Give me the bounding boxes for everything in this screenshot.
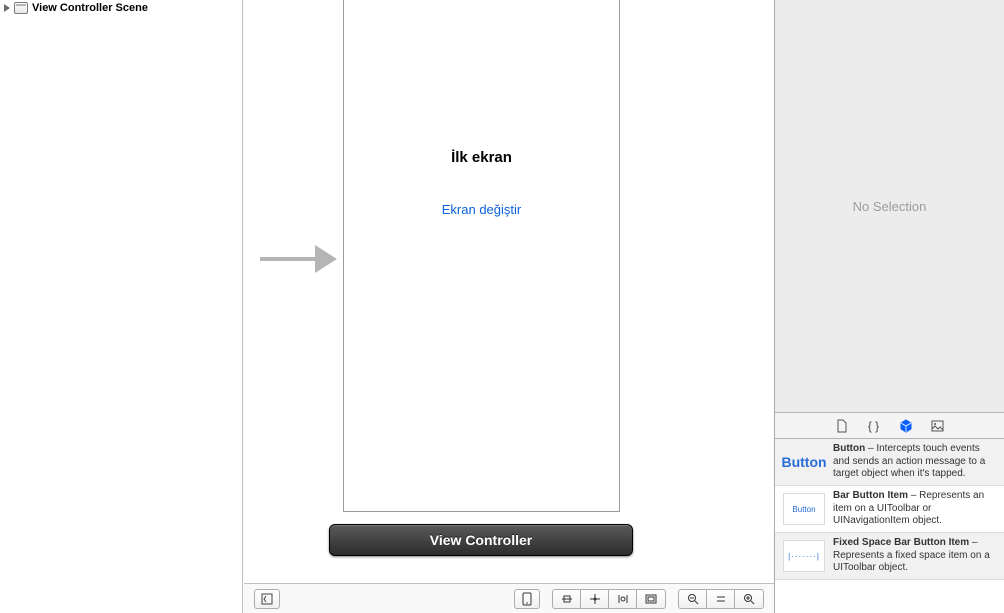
scene-icon [14,2,28,14]
ui-button[interactable]: Ekran değiştir [344,202,619,217]
inspector-area: No Selection [775,0,1004,413]
embed-button[interactable] [637,590,665,608]
view-controller-frame[interactable]: İlk ekran Ekran değiştir [343,0,620,512]
align-button[interactable] [553,590,581,608]
object-library-tab-icon[interactable] [899,419,913,433]
view-controller-content: İlk ekran Ekran değiştir [344,0,619,511]
file-template-tab-icon[interactable] [835,419,849,433]
resolve-issues-button[interactable] [609,590,637,608]
library-item-fixed-space[interactable]: |·······| Fixed Space Bar Button Item – … [775,533,1004,580]
library-item-button[interactable]: Button Button – Intercepts touch events … [775,439,1004,486]
canvas-bottom-toolbar [244,583,774,613]
library-thumb: Button [783,446,825,478]
code-snippet-tab-icon[interactable]: { } [867,419,881,433]
zoom-actual-button[interactable] [707,590,735,608]
library-item-text: Button – Intercepts touch events and sen… [833,443,996,481]
entry-point-arrow-icon[interactable] [260,245,344,273]
library-thumb: |·······| [783,540,825,572]
device-config-button[interactable] [514,589,540,609]
storyboard-canvas[interactable]: İlk ekran Ekran değiştir View Controller [244,0,774,613]
document-outline-panel: View Controller Scene [0,0,243,613]
utilities-panel: No Selection { } Button Button – Interce… [774,0,1004,613]
align-segmented-control[interactable] [552,589,666,609]
library-tabs: { } [775,413,1004,439]
zoom-segmented-control[interactable] [678,589,764,609]
no-selection-label: No Selection [853,199,927,214]
zoom-out-button[interactable] [679,590,707,608]
library-item-bar-button[interactable]: Button Bar Button Item – Represents an i… [775,486,1004,533]
media-library-tab-icon[interactable] [931,419,945,433]
outline-scene-row[interactable]: View Controller Scene [0,0,242,16]
library-item-text: Fixed Space Bar Button Item – Represents… [833,537,996,575]
pin-button[interactable] [581,590,609,608]
object-library-list[interactable]: Button Button – Intercepts touch events … [775,439,1004,613]
scene-dock-title[interactable]: View Controller [329,524,633,556]
disclosure-triangle-icon[interactable] [4,4,10,12]
zoom-in-button[interactable] [735,590,763,608]
library-thumb: Button [783,493,825,525]
outline-scene-label: View Controller Scene [32,2,148,14]
toggle-outline-button[interactable] [254,589,280,609]
library-item-text: Bar Button Item – Represents an item on … [833,490,996,528]
ui-label[interactable]: İlk ekran [344,149,619,166]
